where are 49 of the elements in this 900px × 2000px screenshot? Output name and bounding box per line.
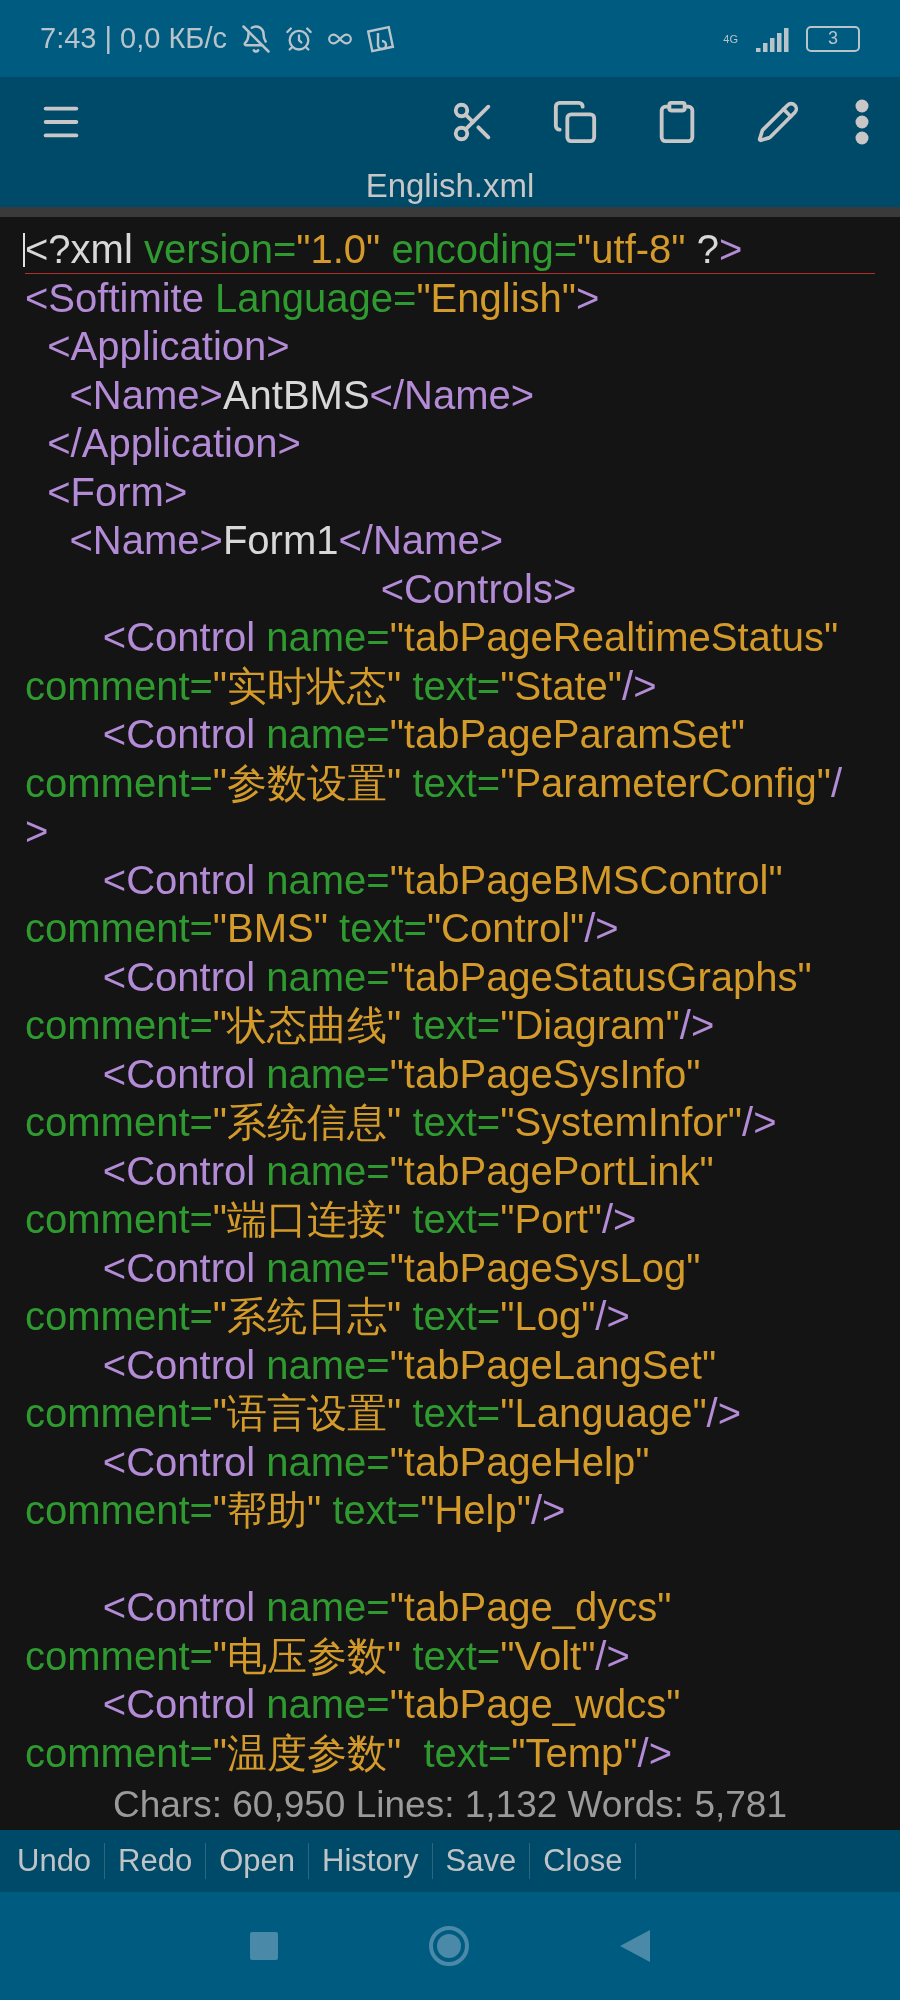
more-icon[interactable] [854, 99, 870, 145]
code-line: <Control name="tabPageParamSet" [101, 711, 746, 758]
action-button[interactable]: Undo [4, 1843, 106, 1879]
copy-button[interactable] [552, 99, 598, 145]
code-line: comment="系统日志" text="Log"/> [25, 1293, 631, 1340]
alarm-icon [284, 24, 313, 53]
action-button[interactable]: Save [432, 1843, 531, 1879]
muted-bell-icon [240, 23, 271, 54]
battery-indicator: 3 [806, 25, 860, 52]
code-line: <Controls> [379, 565, 578, 613]
code-line: <Control name="tabPageBMSControl" [101, 856, 784, 904]
code-line: <Control name="tabPageRealtimeStatus" [101, 614, 840, 661]
code-line: <Name>Form1</Name> [68, 517, 504, 564]
app-badge-icon [366, 24, 395, 53]
code-line: </Application> [46, 420, 302, 467]
code-line: <Softimite Language="English"> [25, 274, 601, 322]
code-line: <Control name="tabPagePortLink" [101, 1147, 715, 1195]
document-stats: Chars: 60,950 Lines: 1,132 Words: 5,781 [113, 1784, 787, 1825]
code-line: comment="系统信息" text="SystemInfor"/> [25, 1099, 778, 1146]
network-type: 4G [723, 32, 738, 45]
code-line: > [25, 808, 50, 855]
action-button[interactable]: History [309, 1843, 433, 1879]
code-line: <?xml version="1.0" encoding="utf-8" ?> [25, 225, 875, 274]
code-line: comment="语言设置" text="Language"/> [25, 1390, 743, 1437]
code-line: <Control name="tabPageHelp" [101, 1438, 651, 1486]
action-button[interactable]: Close [530, 1843, 637, 1879]
code-line: comment="BMS" text="Control"/> [25, 905, 620, 952]
pencil-button[interactable] [756, 100, 800, 144]
code-line: <Form> [46, 468, 189, 516]
code-line: comment="参数设置" text="ParameterConfig"/ [25, 759, 844, 807]
code-line: <Application> [46, 323, 291, 370]
status-time: 7:43 | 0,0 КБ/с [40, 22, 227, 55]
code-line: comment="电压参数" text="Volt"/> [25, 1632, 631, 1680]
code-line: <Name>AntBMS</Name> [68, 371, 536, 419]
code-line: comment="端口连接" text="Port"/> [25, 1196, 638, 1243]
file-title: English.xml [365, 167, 535, 205]
code-line: comment="实时状态" text="State"/> [25, 662, 658, 710]
code-line: comment="帮助" text="Help"/> [25, 1487, 567, 1534]
text-cursor [23, 233, 25, 267]
action-button[interactable]: Redo [105, 1843, 207, 1879]
code-line: <Control name="tabPageSysLog" [101, 1244, 702, 1292]
code-line: comment="温度参数" text="Temp"/> [25, 1729, 674, 1777]
code-line: <Control name="tabPageStatusGraphs" [101, 953, 813, 1001]
code-line: <Control name="tabPageSysInfo" [101, 1050, 702, 1098]
code-line: comment="状态曲线" text="Diagram"/> [25, 1002, 716, 1049]
code-line: <Control name="tabPageLangSet" [101, 1341, 718, 1389]
action-button[interactable]: Open [206, 1843, 310, 1879]
code-line: <Control name="tabPage_wdcs" [101, 1681, 682, 1728]
code-line: <Control name="tabPage_dycs" [101, 1584, 673, 1631]
